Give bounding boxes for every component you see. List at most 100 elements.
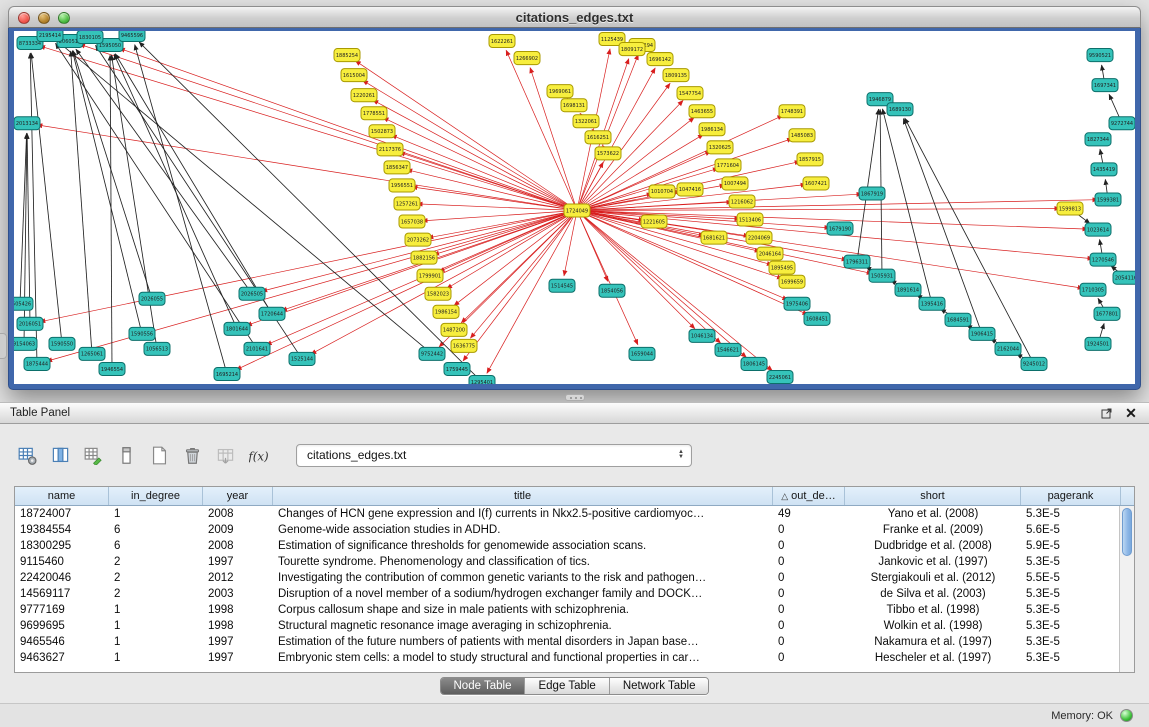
- vertical-scrollbar[interactable]: [1119, 506, 1134, 672]
- svg-text:1322061: 1322061: [575, 119, 597, 125]
- cell-year: 1997: [203, 634, 273, 650]
- svg-text:1771604: 1771604: [717, 163, 739, 169]
- column-header-short[interactable]: short: [845, 487, 1021, 505]
- svg-text:2195414: 2195414: [39, 33, 61, 39]
- svg-text:1266902: 1266902: [516, 56, 538, 62]
- svg-text:1547754: 1547754: [679, 91, 701, 97]
- svg-text:1007494: 1007494: [724, 181, 746, 187]
- svg-text:1599813: 1599813: [1059, 206, 1081, 212]
- svg-text:1946554: 1946554: [101, 367, 123, 373]
- svg-text:1906415: 1906415: [971, 332, 993, 338]
- svg-text:1975406: 1975406: [786, 302, 808, 308]
- svg-text:1487200: 1487200: [443, 328, 465, 334]
- tab-edge-table[interactable]: Edge Table: [525, 678, 609, 694]
- cell-out_degree: 0: [773, 586, 845, 602]
- cell-out_degree: 49: [773, 506, 845, 522]
- table-row[interactable]: 1938455462009Genome-wide association stu…: [15, 522, 1119, 538]
- cell-out_degree: 0: [773, 602, 845, 618]
- svg-text:1946879: 1946879: [869, 97, 891, 103]
- svg-text:9752442: 9752442: [421, 352, 443, 358]
- svg-text:1514545: 1514545: [551, 284, 573, 290]
- table-row[interactable]: 1830029562008Estimation of significance …: [15, 538, 1119, 554]
- cell-pagerank: 5.3E-5: [1021, 506, 1119, 522]
- cell-pagerank: 5.3E-5: [1021, 554, 1119, 570]
- svg-text:1221605: 1221605: [643, 219, 665, 225]
- cell-in_degree: 6: [109, 522, 203, 538]
- cell-year: 1997: [203, 554, 273, 570]
- close-panel-icon[interactable]: ✕: [1123, 405, 1139, 421]
- cell-name: 14569117: [15, 586, 109, 602]
- svg-text:1806145: 1806145: [743, 362, 765, 368]
- cell-out_degree: 0: [773, 634, 845, 650]
- table-row[interactable]: 911546021997Tourette syndrome. Phenomeno…: [15, 554, 1119, 570]
- cell-out_degree: 0: [773, 570, 845, 586]
- memory-status-label: Memory: OK: [1051, 710, 1113, 722]
- column-icon[interactable]: [113, 442, 139, 468]
- svg-text:1023614: 1023614: [1087, 227, 1109, 233]
- svg-text:1854056: 1854056: [601, 289, 623, 295]
- svg-text:1659044: 1659044: [631, 352, 653, 358]
- svg-text:1395416: 1395416: [921, 302, 943, 308]
- column-header-name[interactable]: name: [15, 487, 109, 505]
- svg-text:2117376: 2117376: [379, 147, 401, 153]
- svg-text:9154063: 9154063: [14, 342, 35, 348]
- cell-title: Structural magnetic resonance image aver…: [273, 618, 773, 634]
- scrollbar-thumb[interactable]: [1122, 508, 1132, 556]
- svg-text:1505931: 1505931: [871, 273, 893, 279]
- table-row[interactable]: 969969511998Structural magnetic resonanc…: [15, 618, 1119, 634]
- svg-text:1616251: 1616251: [587, 135, 609, 141]
- svg-text:1875444: 1875444: [26, 362, 48, 368]
- edit-table-icon[interactable]: [80, 442, 106, 468]
- table-settings-icon[interactable]: [14, 442, 40, 468]
- network-view-frame: 1724049188525416150041220261177855115028…: [8, 28, 1141, 390]
- svg-text:1689130: 1689130: [889, 107, 911, 113]
- column-header-pagerank[interactable]: pagerank: [1021, 487, 1121, 505]
- column-header-out_degree[interactable]: △out_de…: [773, 487, 845, 505]
- window-titlebar[interactable]: citations_edges.txt: [8, 6, 1141, 28]
- cell-out_degree: 0: [773, 538, 845, 554]
- cell-year: 2003: [203, 586, 273, 602]
- cell-name: 9115460: [15, 554, 109, 570]
- tab-network-table[interactable]: Network Table: [610, 678, 709, 694]
- float-panel-icon[interactable]: [1099, 405, 1115, 421]
- browse-columns-icon[interactable]: [47, 442, 73, 468]
- cell-short: Dudbridge et al. (2008): [845, 538, 1021, 554]
- cell-title: Embryonic stem cells: a model to study s…: [273, 650, 773, 666]
- cell-short: Jankovic et al. (1997): [845, 554, 1021, 570]
- table-row[interactable]: 946362711997Embryonic stem cells: a mode…: [15, 650, 1119, 666]
- svg-text:1778551: 1778551: [363, 111, 385, 117]
- column-header-year[interactable]: year: [203, 487, 273, 505]
- svg-text:1809172: 1809172: [621, 47, 643, 53]
- svg-text:f(x): f(x): [249, 449, 268, 463]
- table-row[interactable]: 1872400712008Changes of HCN gene express…: [15, 506, 1119, 522]
- table-row[interactable]: 2242004622012Investigating the contribut…: [15, 570, 1119, 586]
- table-row[interactable]: 946554611997Estimation of the future num…: [15, 634, 1119, 650]
- svg-text:1056513: 1056513: [146, 347, 168, 353]
- delete-icon[interactable]: [179, 442, 205, 468]
- column-header-in_degree[interactable]: in_degree: [109, 487, 203, 505]
- cell-pagerank: 5.3E-5: [1021, 602, 1119, 618]
- svg-text:1608451: 1608451: [806, 317, 828, 323]
- svg-text:2026505: 2026505: [241, 292, 263, 298]
- cell-pagerank: 5.9E-5: [1021, 538, 1119, 554]
- column-header-title[interactable]: title: [273, 487, 773, 505]
- svg-text:2204069: 2204069: [748, 235, 770, 241]
- import-table-icon[interactable]: [212, 442, 238, 468]
- svg-text:1270546: 1270546: [1092, 257, 1114, 263]
- tab-node-table[interactable]: Node Table: [441, 678, 526, 694]
- table-header-row: namein_degreeyeartitle△out_de…shortpager…: [15, 487, 1134, 506]
- svg-text:1724049: 1724049: [566, 208, 588, 214]
- splitter-handle[interactable]: [565, 394, 585, 401]
- svg-text:1657038: 1657038: [401, 219, 423, 225]
- svg-text:1986134: 1986134: [701, 127, 723, 133]
- svg-text:1320625: 1320625: [709, 145, 731, 151]
- table-row[interactable]: 1456911722003Disruption of a novel membe…: [15, 586, 1119, 602]
- function-icon[interactable]: f(x): [245, 442, 271, 468]
- table-row[interactable]: 977716911998Corpus callosum shape and si…: [15, 602, 1119, 618]
- cell-pagerank: 5.3E-5: [1021, 618, 1119, 634]
- svg-text:8733334: 8733334: [19, 41, 41, 47]
- network-canvas[interactable]: 1724049188525416150041220261177855115028…: [14, 31, 1135, 384]
- table-toolbar: f(x) citations_edges.txt ▲▼: [14, 440, 692, 470]
- table-selector-dropdown[interactable]: citations_edges.txt ▲▼: [296, 444, 692, 467]
- new-document-icon[interactable]: [146, 442, 172, 468]
